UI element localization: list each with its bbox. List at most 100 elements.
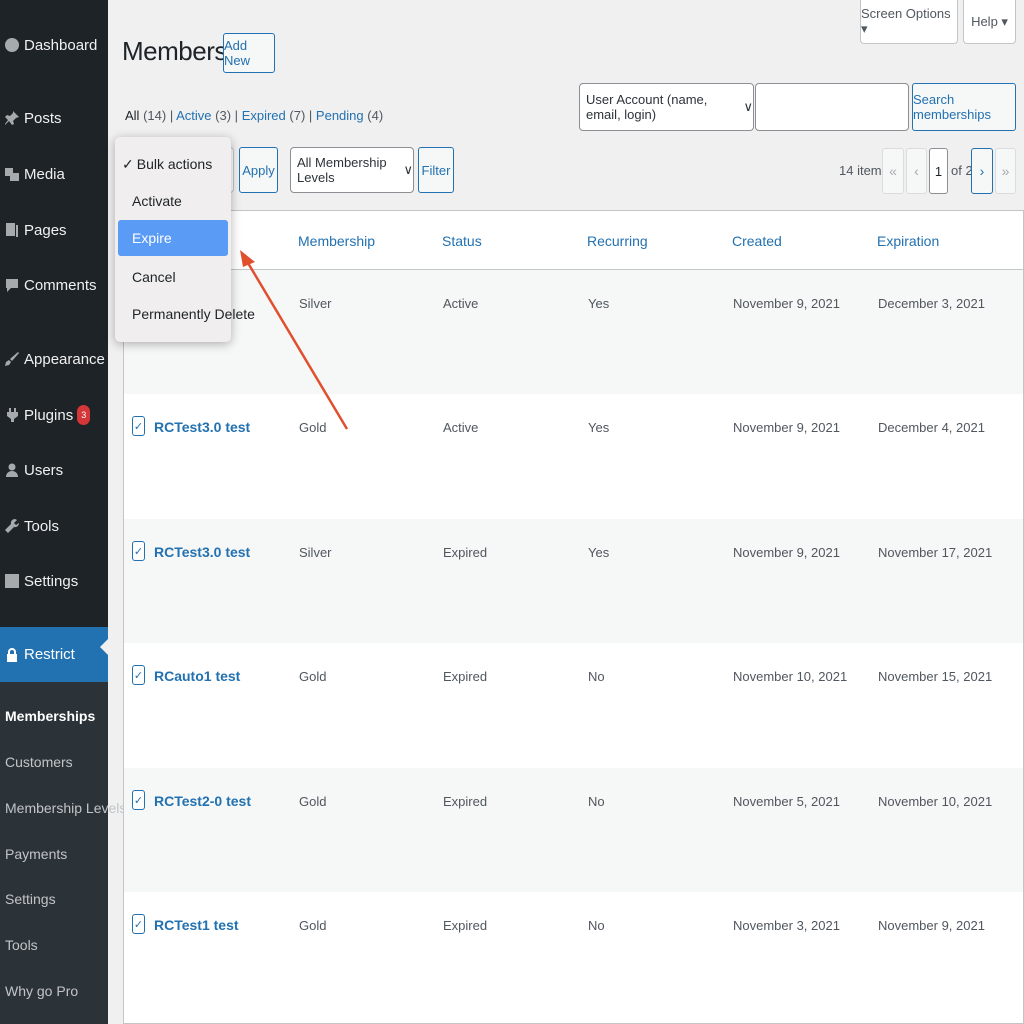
menu-item-dashboard[interactable]: Dashboard: [0, 25, 108, 65]
cell-created: November 9, 2021: [733, 545, 840, 560]
menu-label: Tools: [24, 517, 60, 535]
cell-membership: Gold: [299, 669, 327, 684]
last-page-button[interactable]: »: [995, 148, 1016, 194]
view-active[interactable]: Active: [176, 108, 211, 123]
row-checkbox[interactable]: ✓: [132, 665, 145, 685]
cell-membership: Silver: [299, 296, 332, 311]
restrict-submenu: Memberships Customers Membership Levels …: [0, 682, 126, 1024]
search-field-select-value: User Account (name, email, login): [586, 92, 708, 122]
submenu-item-tools[interactable]: Tools: [5, 937, 38, 953]
pages-icon: [3, 221, 21, 239]
row-checkbox[interactable]: ✓: [132, 914, 145, 934]
cell-created: November 9, 2021: [733, 420, 840, 435]
option-label: Bulk actions: [136, 156, 213, 172]
user-icon: [3, 461, 21, 479]
view-pending[interactable]: Pending: [316, 108, 364, 123]
table-row: ✓ RCauto1 test Gold Expired No November …: [124, 643, 1023, 767]
column-header-status[interactable]: Status: [442, 233, 482, 249]
cell-status: Expired: [443, 545, 488, 560]
menu-label: Users: [24, 461, 64, 479]
table-row: ✓ RCTest2-0 test Gold Expired No Novembe…: [124, 768, 1023, 892]
screen-options-button[interactable]: Screen Options ▾: [860, 0, 958, 44]
submenu-item-payments[interactable]: Payments: [5, 846, 67, 862]
levels-select-value: All Membership Levels: [297, 155, 387, 185]
customer-name-link[interactable]: RCTest1 test: [154, 917, 239, 933]
cell-created: November 5, 2021: [733, 794, 840, 809]
bulk-option-cancel[interactable]: Cancel: [118, 259, 228, 295]
cell-membership: Silver: [299, 545, 332, 560]
submenu-item-settings[interactable]: Settings: [5, 891, 56, 907]
brush-icon: [3, 350, 21, 368]
checkmark-icon: ✓: [133, 545, 144, 558]
add-new-button[interactable]: Add New: [223, 33, 275, 73]
view-expired[interactable]: Expired: [242, 108, 286, 123]
menu-label: Media: [24, 165, 65, 183]
bulk-actions-menu: ✓ Bulk actions Activate Expire Cancel Per…: [115, 137, 255, 342]
cell-expiration: November 15, 2021: [878, 669, 993, 684]
cell-recurring: Yes: [588, 296, 610, 311]
menu-item-comments[interactable]: Comments: [0, 265, 108, 305]
checkmark-icon: ✓: [133, 669, 144, 682]
row-checkbox[interactable]: ✓: [132, 541, 145, 561]
next-page-button[interactable]: ›: [971, 148, 993, 194]
column-header-created[interactable]: Created: [732, 233, 782, 249]
view-separator: |: [169, 108, 174, 123]
apply-button[interactable]: Apply: [239, 147, 278, 193]
row-checkbox[interactable]: ✓: [132, 416, 145, 436]
menu-item-appearance[interactable]: Appearance: [0, 339, 108, 379]
bulk-option-bulk-actions[interactable]: ✓ Bulk actions: [118, 146, 228, 182]
filter-button[interactable]: Filter: [418, 147, 454, 193]
view-separator: |: [308, 108, 313, 123]
customer-name-link[interactable]: RCTest3.0 test: [154, 544, 250, 560]
table-row: ✓ RCTest3.0 test Silver Expired Yes Nove…: [124, 519, 1023, 643]
customer-name-link[interactable]: RCTest2-0 test: [154, 793, 251, 809]
menu-label: Settings: [24, 572, 79, 590]
customer-name-link[interactable]: RCTest3.0 test: [154, 419, 250, 435]
customer-name-link[interactable]: RCauto1 test: [154, 668, 240, 684]
menu-item-posts[interactable]: Posts: [0, 98, 108, 138]
column-header-expiration[interactable]: Expiration: [877, 233, 939, 249]
cell-status: Active: [443, 296, 479, 311]
submenu-item-customers[interactable]: Customers: [5, 754, 73, 770]
submenu-item-why-go-pro[interactable]: Why go Pro: [5, 983, 78, 999]
row-checkbox[interactable]: ✓: [132, 790, 145, 810]
cell-recurring: Yes: [588, 420, 610, 435]
bulk-option-permanently-delete[interactable]: Permanently Delete: [118, 296, 255, 332]
menu-item-plugins[interactable]: Plugins 3: [0, 395, 108, 435]
settings-icon: [3, 572, 21, 590]
view-all[interactable]: All: [125, 108, 139, 123]
cell-created: November 9, 2021: [733, 296, 840, 311]
menu-item-media[interactable]: Media: [0, 154, 108, 194]
menu-label: Restrict: [24, 646, 75, 663]
search-field-select[interactable]: User Account (name, email, login) ∨: [579, 83, 754, 131]
menu-label: Pages: [24, 221, 67, 239]
cell-recurring: No: [588, 794, 605, 809]
menu-item-users[interactable]: Users: [0, 450, 108, 490]
total-pages: of 2: [951, 163, 973, 178]
bulk-option-activate[interactable]: Activate: [118, 183, 228, 219]
cell-status: Expired: [443, 794, 488, 809]
view-pending-count: (4): [367, 108, 384, 123]
cell-expiration: December 4, 2021: [878, 420, 985, 435]
items-count: 14 items: [839, 163, 889, 178]
current-page-input[interactable]: 1: [929, 148, 948, 194]
chevron-down-icon: ∨: [743, 99, 753, 114]
cell-recurring: No: [588, 669, 605, 684]
checkmark-icon: ✓: [133, 420, 144, 433]
help-button[interactable]: Help ▾: [963, 0, 1016, 44]
column-header-membership[interactable]: Membership: [298, 233, 375, 249]
cell-status: Active: [443, 420, 479, 435]
search-input[interactable]: [755, 83, 909, 131]
search-memberships-button[interactable]: Search memberships: [912, 83, 1016, 131]
checkmark-icon: ✓: [133, 918, 144, 931]
menu-item-settings[interactable]: Settings: [0, 561, 108, 601]
cell-created: November 3, 2021: [733, 918, 840, 933]
comment-icon: [3, 276, 21, 294]
submenu-item-memberships[interactable]: Memberships: [5, 708, 95, 724]
bulk-option-expire[interactable]: Expire: [118, 220, 228, 256]
column-header-recurring[interactable]: Recurring: [587, 233, 648, 249]
membership-levels-select[interactable]: All Membership Levels ∨: [290, 147, 414, 193]
menu-item-restrict[interactable]: Restrict: [0, 627, 108, 682]
menu-item-tools[interactable]: Tools: [0, 506, 108, 546]
menu-item-pages[interactable]: Pages: [0, 210, 108, 250]
